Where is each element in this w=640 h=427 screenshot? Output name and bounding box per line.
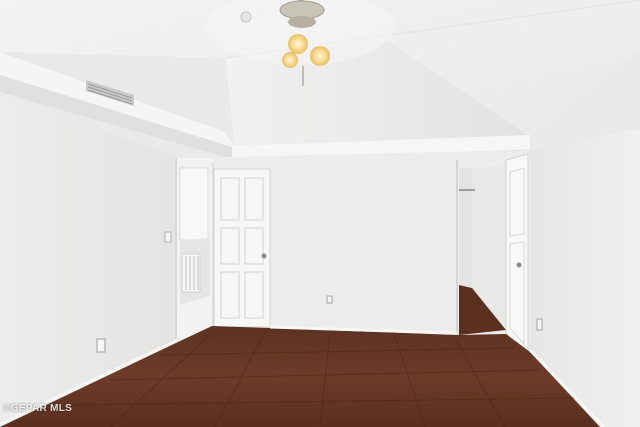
electrical-outlet-icon [536,318,543,331]
electrical-outlet-icon [326,295,333,304]
radiator-heater [181,253,201,293]
watermark-text: ©GEPAR MLS [3,403,73,414]
light-switch [164,231,172,243]
bedroom-photo: ©GEPAR MLS [0,0,640,427]
hallway-door[interactable] [505,153,529,358]
bedroom-door[interactable] [213,168,271,328]
door-knob-icon[interactable] [261,253,267,259]
hallway-doorway [456,160,509,335]
closet-doorway [175,158,214,344]
electrical-outlet-icon [96,338,106,353]
door-knob-icon[interactable] [516,262,522,268]
room-scene [0,0,640,427]
